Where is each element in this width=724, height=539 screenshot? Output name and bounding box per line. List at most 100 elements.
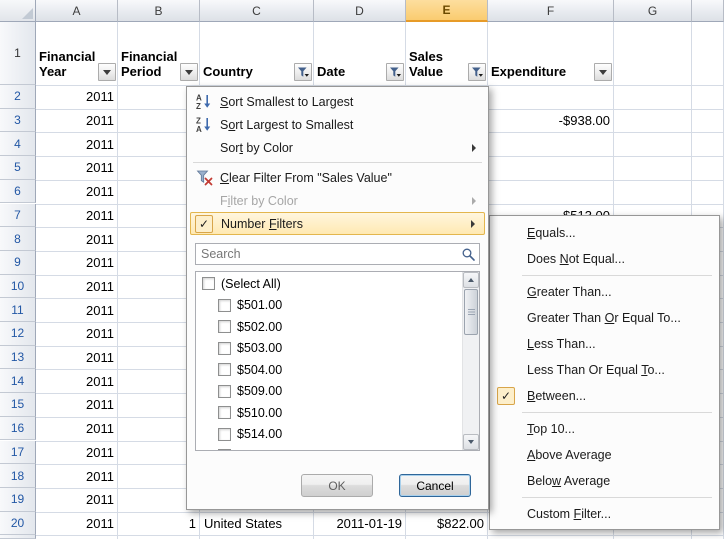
- submenu-item-top-10[interactable]: Top 10...: [493, 416, 716, 442]
- menu-item-sort-by-color[interactable]: Sort by Color: [190, 136, 485, 159]
- menu-item-sort-largest-to-smallest[interactable]: ZASort Largest to Smallest: [190, 113, 485, 136]
- column-header-D[interactable]: D: [314, 0, 406, 22]
- row-header-12[interactable]: 12: [0, 322, 36, 346]
- filter-value-item[interactable]: $504.00: [196, 359, 462, 381]
- header-cell-A[interactable]: Financial Year: [36, 22, 118, 85]
- column-header-B[interactable]: B: [118, 0, 200, 22]
- filter-button-B[interactable]: [180, 63, 198, 81]
- row-header-9[interactable]: 9: [0, 251, 36, 275]
- ok-button[interactable]: OK: [301, 474, 373, 497]
- checkbox[interactable]: [218, 342, 231, 355]
- cell-A3[interactable]: 2011: [36, 109, 118, 133]
- cell-C20[interactable]: United States: [200, 512, 314, 536]
- column-header-E[interactable]: E: [406, 0, 488, 22]
- menu-item-number-filters[interactable]: ✓Number Filters: [190, 212, 485, 235]
- filter-value-item[interactable]: $509.00: [196, 381, 462, 403]
- filter-value-item[interactable]: $514.00: [196, 424, 462, 446]
- submenu-item-between[interactable]: ✓Between...: [493, 383, 716, 409]
- filter-value-item[interactable]: $502.00: [196, 316, 462, 338]
- submenu-item-custom-filter[interactable]: Custom Filter...: [493, 501, 716, 527]
- filter-button-A[interactable]: [98, 63, 116, 81]
- row-header-11[interactable]: 11: [0, 298, 36, 322]
- filter-value-item[interactable]: $510.00: [196, 402, 462, 424]
- cell-A8[interactable]: 2011: [36, 227, 118, 251]
- cell-A7[interactable]: 2011: [36, 204, 118, 228]
- cell-B20[interactable]: 1: [118, 512, 200, 536]
- checkbox[interactable]: [218, 428, 231, 441]
- column-header-F[interactable]: F: [488, 0, 614, 22]
- filter-button-E[interactable]: [468, 63, 486, 81]
- header-cell-C[interactable]: Country: [200, 22, 314, 85]
- header-cell-F[interactable]: Expenditure: [488, 22, 614, 85]
- scroll-down-button[interactable]: [463, 434, 479, 450]
- row-header-16[interactable]: 16: [0, 417, 36, 441]
- header-cell-B[interactable]: Financial Period: [118, 22, 200, 85]
- filter-button-D[interactable]: [386, 63, 404, 81]
- cell-A19[interactable]: 2011: [36, 488, 118, 512]
- row-header-1[interactable]: 1: [0, 22, 36, 85]
- checkbox[interactable]: [218, 449, 231, 451]
- filter-button-F[interactable]: [594, 63, 612, 81]
- row-header-4[interactable]: 4: [0, 132, 36, 156]
- submenu-item-less-than[interactable]: Less Than...: [493, 331, 716, 357]
- header-cell-D[interactable]: Date: [314, 22, 406, 85]
- filter-value-item[interactable]: $503.00: [196, 338, 462, 360]
- cell-A15[interactable]: 2011: [36, 393, 118, 417]
- cell-A6[interactable]: 2011: [36, 180, 118, 204]
- filter-value-item[interactable]: $525.00: [196, 445, 462, 451]
- cell-A12[interactable]: 2011: [36, 322, 118, 346]
- column-header-G[interactable]: G: [614, 0, 692, 22]
- cell-A9[interactable]: 2011: [36, 251, 118, 275]
- menu-item-clear-filter[interactable]: Clear Filter From "Sales Value": [190, 166, 485, 189]
- column-header-A[interactable]: A: [36, 0, 118, 22]
- row-header-17[interactable]: 17: [0, 441, 36, 465]
- cell-A2[interactable]: 2011: [36, 85, 118, 109]
- submenu-item-below-average[interactable]: Below Average: [493, 468, 716, 494]
- submenu-item-greater-than-or-equal-to[interactable]: Greater Than Or Equal To...: [493, 305, 716, 331]
- filter-value-item[interactable]: $501.00: [196, 295, 462, 317]
- column-header-C[interactable]: C: [200, 0, 314, 22]
- row-header-8[interactable]: 8: [0, 227, 36, 251]
- row-header-14[interactable]: 14: [0, 369, 36, 393]
- row-header-19[interactable]: 19: [0, 488, 36, 512]
- cell-F3[interactable]: -$938.00: [488, 109, 614, 133]
- filter-button-C[interactable]: [294, 63, 312, 81]
- checkbox[interactable]: [218, 320, 231, 333]
- row-header-5[interactable]: 5: [0, 156, 36, 180]
- cell-E20[interactable]: $822.00: [406, 512, 488, 536]
- scrollbar[interactable]: [462, 272, 479, 450]
- submenu-item-does-not-equal[interactable]: Does Not Equal...: [493, 246, 716, 272]
- menu-item-sort-smallest-to-largest[interactable]: AZSort Smallest to Largest: [190, 90, 485, 113]
- header-cell-E[interactable]: Sales Value: [406, 22, 488, 85]
- row-header-13[interactable]: 13: [0, 346, 36, 370]
- cell-A11[interactable]: 2011: [36, 298, 118, 322]
- cell-A4[interactable]: 2011: [36, 132, 118, 156]
- row-header-10[interactable]: 10: [0, 275, 36, 299]
- checkbox[interactable]: [218, 385, 231, 398]
- cell-A18[interactable]: 2011: [36, 464, 118, 488]
- scroll-up-button[interactable]: [463, 272, 479, 288]
- checkbox[interactable]: [218, 299, 231, 312]
- cell-A14[interactable]: 2011: [36, 369, 118, 393]
- row-header-6[interactable]: 6: [0, 180, 36, 204]
- cell-A5[interactable]: 2011: [36, 156, 118, 180]
- scroll-thumb[interactable]: [464, 289, 478, 335]
- cell-A13[interactable]: 2011: [36, 346, 118, 370]
- submenu-item-less-than-or-equal-to[interactable]: Less Than Or Equal To...: [493, 357, 716, 383]
- row-header-3[interactable]: 3: [0, 109, 36, 133]
- cell-A17[interactable]: 2011: [36, 441, 118, 465]
- cancel-button[interactable]: Cancel: [399, 474, 471, 497]
- row-header-extra[interactable]: [0, 535, 36, 539]
- column-header-extra[interactable]: [692, 0, 724, 22]
- checkbox[interactable]: [218, 406, 231, 419]
- search-input[interactable]: [195, 243, 480, 265]
- cell-D20[interactable]: 2011-01-19: [314, 512, 406, 536]
- cell-A20[interactable]: 2011: [36, 512, 118, 536]
- submenu-item-above-average[interactable]: Above Average: [493, 442, 716, 468]
- checkbox[interactable]: [218, 363, 231, 376]
- row-header-2[interactable]: 2: [0, 85, 36, 109]
- row-header-18[interactable]: 18: [0, 464, 36, 488]
- row-header-15[interactable]: 15: [0, 393, 36, 417]
- row-header-7[interactable]: 7: [0, 204, 36, 228]
- row-header-20[interactable]: 20: [0, 512, 36, 536]
